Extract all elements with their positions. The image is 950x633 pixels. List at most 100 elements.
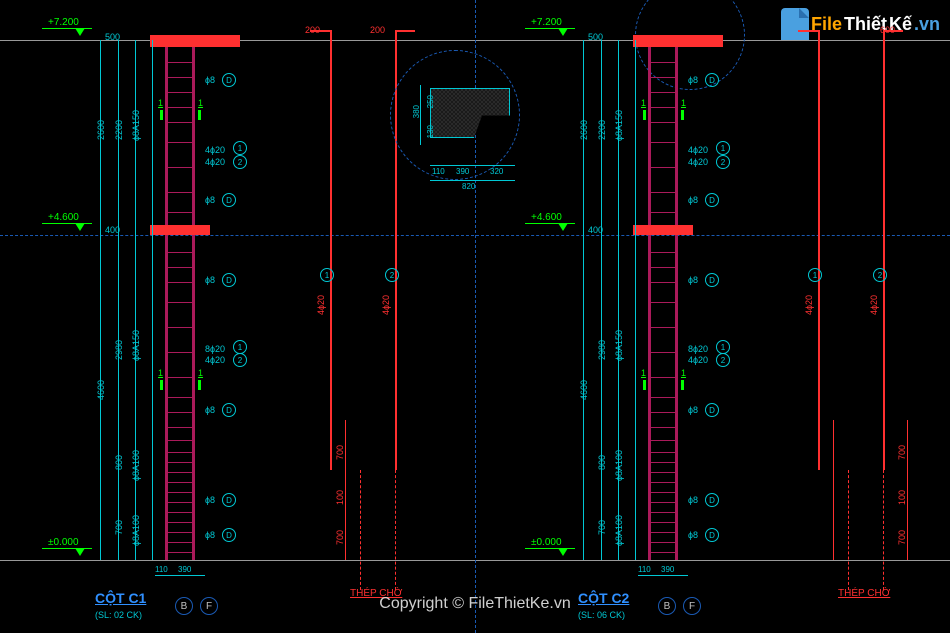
grid-b: B (175, 597, 193, 615)
rebar: 4ɸ20 (688, 145, 708, 155)
dim: 110 (432, 167, 445, 176)
column-c1 (165, 40, 195, 560)
title-c1: CỘT C1 (95, 590, 146, 606)
rebar: ɸ8A150 (614, 110, 624, 141)
rebar: 4ɸ20 (316, 295, 326, 315)
dim: 2200 (114, 120, 124, 140)
bubble-1: 1 (716, 141, 730, 155)
dim: 400 (588, 225, 603, 235)
bubble-d: D (705, 193, 719, 207)
section-tick (643, 110, 646, 120)
rebar: ɸ8A100 (131, 450, 141, 481)
rebar: ɸ8A100 (614, 515, 624, 546)
bubble-d: D (705, 493, 719, 507)
sect-label: 1 (681, 368, 686, 378)
column-c2 (648, 40, 678, 560)
dim-line (118, 40, 119, 560)
rebar: 8ɸ20 (205, 344, 225, 354)
bubble-1: 1 (233, 340, 247, 354)
bubble-2: 2 (716, 353, 730, 367)
bubble-1: 1 (320, 268, 334, 282)
rebar: ɸ8 (688, 275, 698, 285)
subtitle-c2: (SL: 06 CK) (578, 610, 625, 620)
dim: 130 (426, 125, 435, 138)
bubble-d: D (222, 73, 236, 87)
section-tick (160, 110, 163, 120)
sect-label: 1 (158, 98, 163, 108)
bubble-d: D (705, 73, 719, 87)
bubble-1: 1 (233, 141, 247, 155)
rebar: ɸ8 (205, 495, 215, 505)
section-tick (198, 380, 201, 390)
rebar-2 (883, 30, 885, 470)
bubble-d: D (705, 273, 719, 287)
bubble-2: 2 (233, 155, 247, 169)
sect-label: 1 (681, 98, 686, 108)
rebar: 4ɸ20 (688, 355, 708, 365)
file-icon (781, 8, 809, 40)
dim: 320 (490, 167, 503, 176)
dim: 700 (897, 445, 907, 460)
dim-line (638, 575, 688, 576)
dim: 200 (370, 25, 385, 35)
dim: 4600 (96, 380, 106, 400)
dim: 390 (178, 565, 191, 574)
grid-f: F (683, 597, 701, 615)
rebar: ɸ8A150 (131, 330, 141, 361)
dim: 250 (426, 95, 435, 108)
rebar: 8ɸ20 (688, 344, 708, 354)
elev-mark-icon (558, 223, 568, 231)
rebar: ɸ8 (205, 275, 215, 285)
dim: 800 (597, 455, 607, 470)
dim: 500 (588, 32, 603, 42)
rebar-1 (818, 30, 820, 470)
dim: 390 (456, 167, 469, 176)
watermark: Copyright © FileThietKe.vn (379, 595, 570, 613)
dim: 700 (335, 445, 345, 460)
rebar-hook (395, 30, 415, 32)
sect-label: 1 (198, 98, 203, 108)
rebar: ɸ8 (205, 530, 215, 540)
rebar: 4ɸ20 (381, 295, 391, 315)
dim: 700 (597, 520, 607, 535)
bubble-1: 1 (808, 268, 822, 282)
dim: 2980 (114, 340, 124, 360)
bubble-d: D (222, 193, 236, 207)
elev-mark-icon (558, 548, 568, 556)
bubble-d: D (705, 528, 719, 542)
rebar: 4ɸ20 (869, 295, 879, 315)
dim: 700 (335, 530, 345, 545)
bubble-d: D (222, 493, 236, 507)
bubble-d: D (705, 403, 719, 417)
section-tick (681, 380, 684, 390)
rebar: ɸ8 (688, 530, 698, 540)
rebar-1 (330, 30, 332, 470)
section-tick (160, 380, 163, 390)
elev-mark-icon (75, 223, 85, 231)
rebar: ɸ8 (205, 195, 215, 205)
dim-line (100, 40, 101, 560)
dash-line (883, 470, 884, 590)
dim: 390 (661, 565, 674, 574)
rebar: ɸ8A100 (131, 515, 141, 546)
elev-top: +7.200 (531, 17, 562, 28)
rebar: ɸ8 (688, 195, 698, 205)
rebar: ɸ8A100 (614, 450, 624, 481)
elev-mark-icon (75, 548, 85, 556)
rebar: ɸ8A150 (131, 110, 141, 141)
dash-line (395, 470, 396, 590)
dim: 380 (412, 105, 421, 118)
rebar: ɸ8 (688, 495, 698, 505)
bubble-d: D (222, 528, 236, 542)
dim: 200 (305, 25, 320, 35)
col-cap (633, 35, 723, 47)
dim-line (601, 40, 602, 560)
rebar: ɸ8 (688, 405, 698, 415)
dash-line (360, 470, 361, 590)
elev-mark-icon (558, 28, 568, 36)
bubble-d: D (222, 273, 236, 287)
dim-line (155, 575, 205, 576)
dim-line (345, 420, 346, 560)
logo: File Thiết Kế .vn (781, 8, 940, 40)
elev-mark-icon (75, 28, 85, 36)
